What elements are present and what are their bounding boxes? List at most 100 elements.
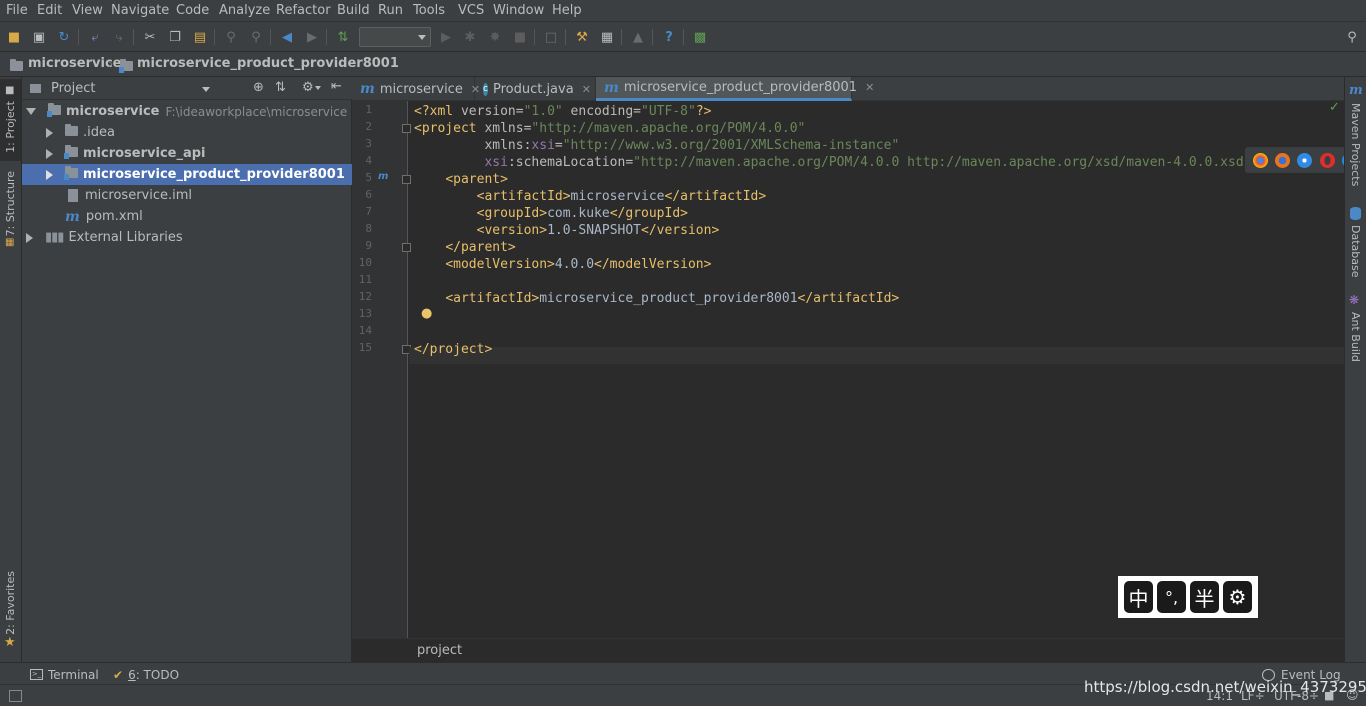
project-view-select[interactable]: Project: [51, 81, 95, 96]
ime-punctuation-key[interactable]: °,: [1157, 581, 1186, 613]
close-icon[interactable]: ✕: [865, 81, 874, 94]
open-icon[interactable]: ■: [5, 28, 23, 46]
tree-item-microservice[interactable]: microservice F:\ideaworkplace\microservi…: [22, 101, 352, 122]
gear-icon[interactable]: ⚙: [302, 80, 314, 95]
line-number: 14: [358, 324, 372, 337]
ime-language-key[interactable]: 中: [1124, 581, 1153, 613]
chevron-down-icon[interactable]: [315, 86, 321, 90]
menu-run[interactable]: Run: [378, 3, 403, 18]
make-project-icon[interactable]: ⇅: [334, 28, 352, 46]
tab-favorites[interactable]: 2: Favorites ★: [0, 569, 21, 654]
tree-item-label: pom.xml: [85, 209, 143, 224]
maven-icon: m: [604, 79, 619, 96]
tab-label: microservice_product_provider8001: [623, 80, 858, 95]
tree-item-idea[interactable]: .idea: [22, 122, 352, 143]
safari-icon[interactable]: [1297, 152, 1313, 168]
hide-panel-icon[interactable]: ⇤: [331, 79, 342, 94]
tab-maven-projects[interactable]: m Maven Projects: [1345, 83, 1366, 193]
tool-windows-toggle-icon[interactable]: [9, 690, 22, 702]
project-tab-icon: ■: [5, 85, 15, 96]
run-icon[interactable]: ▶: [437, 28, 455, 46]
menu-vcs[interactable]: VCS: [458, 3, 484, 18]
tree-item-external-libraries[interactable]: ▮▮▮ External Libraries: [22, 227, 352, 248]
tab-todo-number: 6: [128, 667, 136, 682]
collapse-all-icon[interactable]: ⇅: [275, 80, 286, 95]
nav-crumb-module[interactable]: microservice_product_provider8001: [137, 56, 399, 71]
maven-icon: m: [360, 81, 375, 97]
cut-icon[interactable]: ✂: [141, 28, 159, 46]
tab-provider-pom[interactable]: m microservice_product_provider8001 ✕: [596, 77, 874, 101]
tab-structure[interactable]: 7: Structure ▦: [0, 169, 21, 259]
tab-microservice-pom[interactable]: m microservice ✕: [352, 77, 480, 101]
debug-icon[interactable]: ✱: [461, 28, 479, 46]
search-everywhere-icon[interactable]: ⚲: [1343, 28, 1361, 46]
settings-icon[interactable]: ⚒: [573, 28, 591, 46]
code-editor[interactable]: <?xml version="1.0" encoding="UTF-8"?> <…: [409, 100, 1365, 638]
menu-view[interactable]: View: [72, 3, 103, 18]
copy-icon[interactable]: ❐: [166, 28, 184, 46]
close-icon[interactable]: ✕: [582, 83, 591, 96]
menu-analyze[interactable]: Analyze: [219, 3, 270, 18]
separator: [78, 29, 79, 45]
maven-parent-gutter-icon[interactable]: m: [378, 171, 388, 182]
expand-icon[interactable]: [46, 169, 53, 180]
separator: [683, 29, 684, 45]
lightbulb-icon[interactable]: ●: [421, 306, 432, 321]
menu-edit[interactable]: Edit: [37, 3, 62, 18]
replace-icon[interactable]: ⚲: [247, 28, 265, 46]
menu-help[interactable]: Help: [552, 3, 582, 18]
nav-separator: ›: [108, 57, 114, 72]
stop-icon[interactable]: ■: [511, 28, 529, 46]
tab-todo[interactable]: ✔ 6 : TODO: [113, 666, 179, 683]
coverage-icon[interactable]: ✸: [486, 28, 504, 46]
separator: [133, 29, 134, 45]
redo-icon[interactable]: ⤷: [110, 28, 128, 46]
vcs-icon[interactable]: □: [542, 28, 560, 46]
editor-area: m microservice ✕ c Product.java ✕ m micr…: [352, 77, 1365, 662]
tab-database[interactable]: Database: [1345, 205, 1366, 280]
save-all-icon[interactable]: ▣: [30, 28, 48, 46]
forward-icon[interactable]: ▶: [303, 28, 321, 46]
menu-refactor[interactable]: Refactor: [276, 3, 331, 18]
gear-icon[interactable]: ⚙: [1223, 581, 1252, 613]
help-icon[interactable]: ?: [660, 28, 678, 46]
tab-terminal[interactable]: >_ Terminal: [30, 666, 99, 683]
paste-icon[interactable]: ▤: [191, 28, 209, 46]
class-icon: c: [483, 82, 488, 96]
chrome-icon[interactable]: [1252, 152, 1268, 168]
tree-item-iml[interactable]: microservice.iml: [22, 185, 352, 206]
back-icon[interactable]: ◀: [278, 28, 296, 46]
menu-build[interactable]: Build: [337, 3, 370, 18]
chevron-down-icon[interactable]: [202, 87, 210, 92]
breadcrumb-item[interactable]: project: [417, 643, 462, 658]
project-structure-icon[interactable]: ▦: [598, 28, 616, 46]
menu-code[interactable]: Code: [176, 3, 209, 18]
undo-icon[interactable]: ⤶: [86, 28, 104, 46]
expand-icon[interactable]: [46, 148, 53, 159]
menu-tools[interactable]: Tools: [413, 3, 445, 18]
opera-icon[interactable]: [1319, 152, 1335, 168]
firefox-icon[interactable]: [1275, 152, 1291, 168]
expand-icon[interactable]: [26, 232, 33, 243]
tree-item-pom[interactable]: m pom.xml: [22, 206, 352, 227]
line-number: 3: [365, 137, 372, 150]
find-icon[interactable]: ⚲: [222, 28, 240, 46]
plugin-icon[interactable]: ▩: [691, 28, 709, 46]
tree-item-microservice-api[interactable]: microservice_api: [22, 143, 352, 164]
separator: [534, 29, 535, 45]
tab-ant-build[interactable]: ❋ Ant Build: [1345, 293, 1366, 368]
expand-icon[interactable]: [46, 127, 53, 138]
sdk-icon[interactable]: ▲: [629, 28, 647, 46]
run-config-select[interactable]: [359, 27, 431, 47]
sync-icon[interactable]: ↻: [55, 28, 73, 46]
expand-icon[interactable]: [26, 108, 36, 115]
menu-window[interactable]: Window: [493, 3, 544, 18]
tab-project[interactable]: ■ 1: Project: [0, 79, 21, 161]
line-number: 6: [365, 188, 372, 201]
tab-product-java[interactable]: c Product.java ✕: [475, 77, 596, 101]
scroll-from-source-icon[interactable]: ⊕: [253, 80, 264, 95]
menu-file[interactable]: File: [6, 3, 28, 18]
tree-item-product-provider[interactable]: microservice_product_provider8001: [22, 164, 352, 185]
menu-navigate[interactable]: Navigate: [111, 3, 169, 18]
ime-width-key[interactable]: 半: [1190, 581, 1219, 613]
